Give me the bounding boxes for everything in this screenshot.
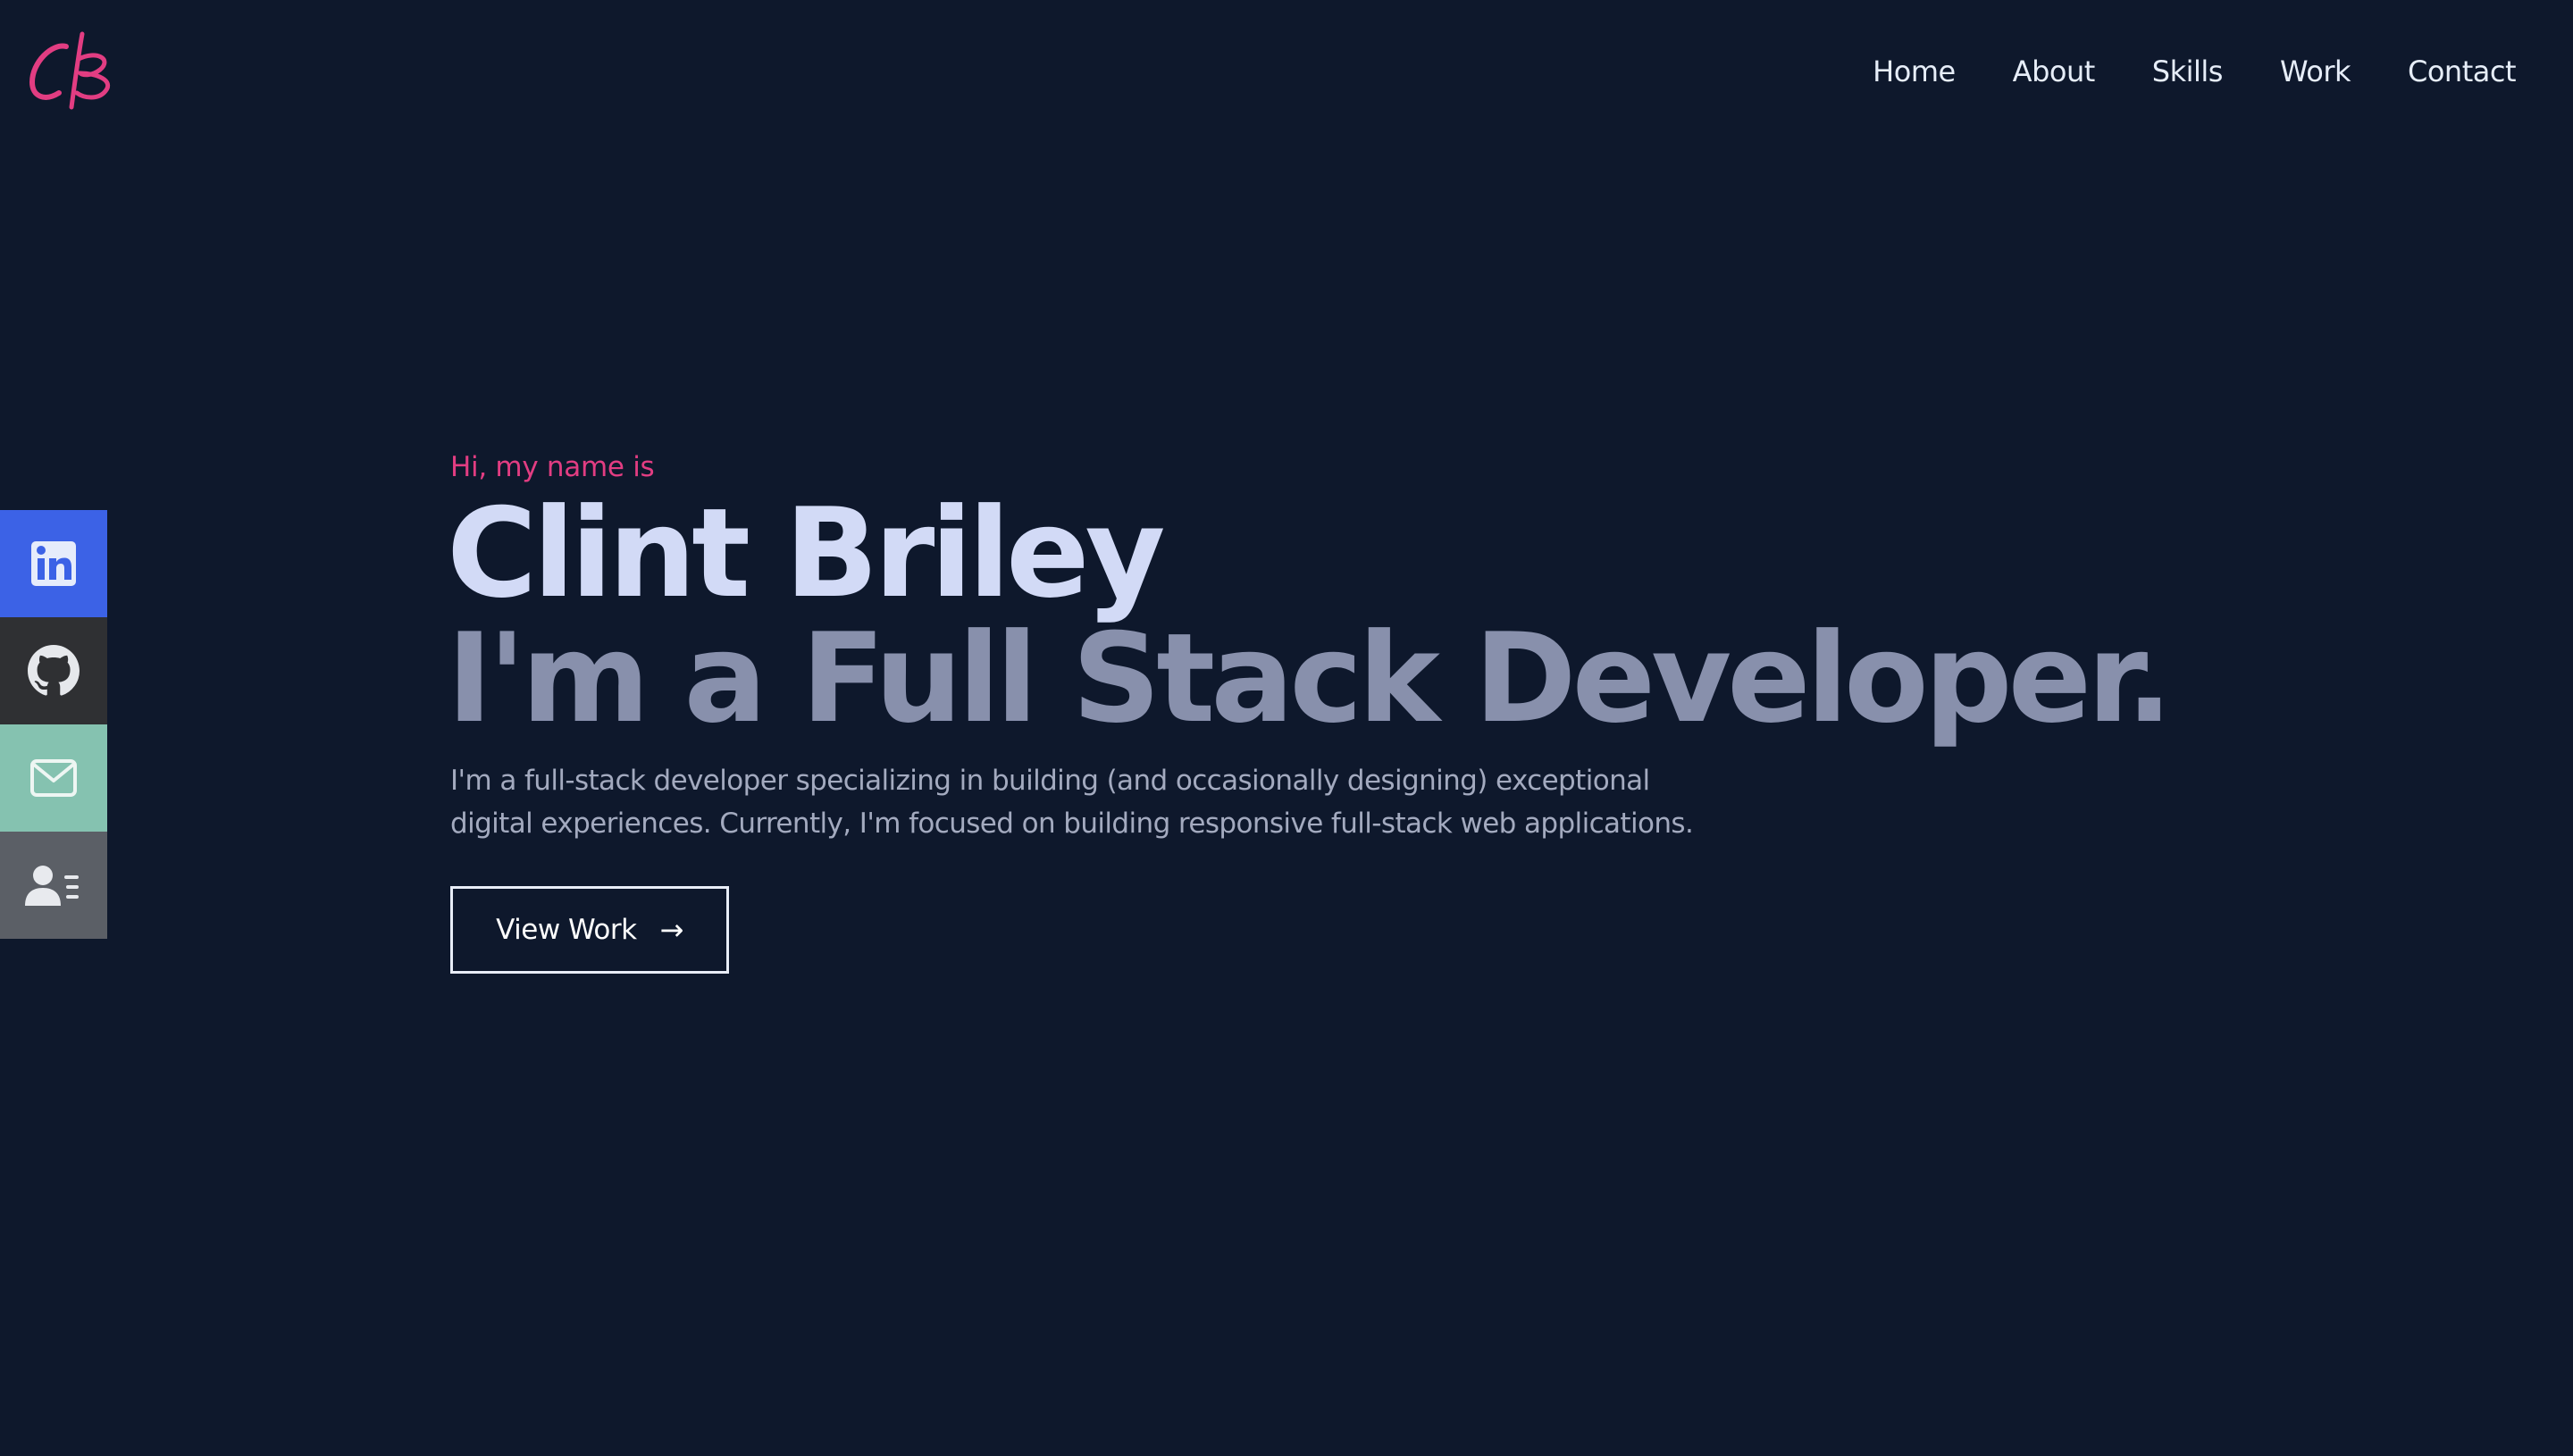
nav-skills[interactable]: Skills bbox=[2152, 50, 2224, 93]
nav-home[interactable]: Home bbox=[1873, 50, 1956, 93]
mail-icon bbox=[30, 759, 77, 797]
github-icon bbox=[28, 645, 80, 696]
resume-link[interactable] bbox=[0, 832, 107, 939]
linkedin-link[interactable] bbox=[0, 510, 107, 617]
nav-about[interactable]: About bbox=[2013, 50, 2096, 93]
hero-name: Clint Briley bbox=[447, 481, 1166, 625]
main-nav: Home About Skills Work Contact bbox=[1815, 50, 2516, 93]
hero-bio: I'm a full-stack developer specializing … bbox=[450, 765, 1694, 840]
logo-signature-icon bbox=[29, 31, 110, 110]
contact-card-icon bbox=[25, 866, 79, 906]
email-link[interactable] bbox=[0, 724, 107, 832]
nav-contact[interactable]: Contact bbox=[2408, 50, 2517, 93]
logo[interactable] bbox=[25, 27, 123, 112]
view-work-button[interactable]: View Work → bbox=[450, 886, 729, 974]
arrow-right-icon: → bbox=[659, 913, 684, 947]
page: Home About Skills Work Contact Hi, my na… bbox=[0, 0, 2573, 1456]
linkedin-icon bbox=[31, 541, 76, 586]
github-link[interactable] bbox=[0, 617, 107, 724]
hero-tagline: I'm a Full Stack Developer. bbox=[447, 607, 2173, 750]
social-sidebar bbox=[0, 510, 107, 939]
nav-work[interactable]: Work bbox=[2280, 50, 2351, 93]
view-work-label: View Work bbox=[496, 914, 637, 946]
hero-section: Hi, my name is Clint Briley I'm a Full S… bbox=[447, 447, 2237, 974]
